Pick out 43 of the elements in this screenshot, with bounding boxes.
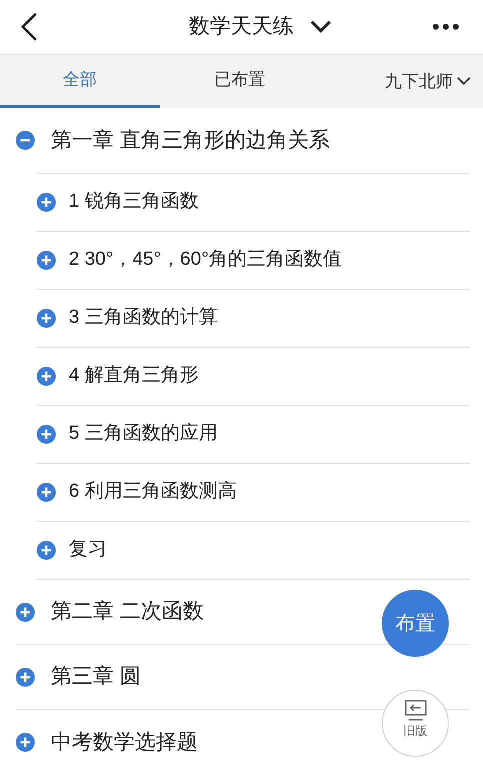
expand-icon[interactable] [37,309,56,328]
chevron-down-icon [457,77,471,86]
section-row[interactable]: 1 锐角三角函数 [37,180,199,225]
chapter-row[interactable]: 第三章 圆 [16,653,141,701]
chapter-row[interactable]: 第一章 直角三角形的边角关系 [16,116,330,164]
chapter-title: 第一章 直角三角形的边角关系 [51,128,330,154]
section-title: 5 三角函数的应用 [69,422,218,446]
expand-icon[interactable] [16,668,35,686]
book-selector[interactable]: 九下北师 [320,55,483,108]
section-row[interactable]: 3 三角函数的计算 [37,296,218,341]
section-title: 4 解直角三角形 [69,364,199,388]
back-icon [20,12,38,42]
section-title: 2 30°，45°，60°角的三角函数值 [69,248,342,272]
chapter-row[interactable]: 中考数学选择题 [16,718,198,766]
expand-icon[interactable] [37,425,56,444]
page-title: 数学天天练 [189,14,294,40]
expand-icon[interactable] [37,193,56,212]
chapter-row[interactable]: 第二章 二次函数 [16,588,204,636]
monitor-arrow-icon [404,700,428,722]
section-title: 1 锐角三角函数 [69,190,199,214]
tab[interactable]: 全部 [0,55,160,108]
tab[interactable]: 已布置 [160,55,320,108]
section-row[interactable]: 6 利用三角函数测高 [37,470,237,515]
assign-button[interactable]: 布置 [382,590,449,657]
section-title: 3 三角函数的计算 [69,306,218,330]
chapter-title: 中考数学选择题 [51,730,198,756]
expand-icon[interactable] [16,602,35,622]
expand-icon[interactable] [37,251,56,270]
chapter-title: 第二章 二次函数 [51,599,204,626]
section-title: 6 利用三角函数测高 [69,480,237,504]
section-row[interactable]: 5 三角函数的应用 [37,412,218,457]
chapter-title: 第三章 圆 [51,664,141,690]
expand-icon[interactable] [37,483,56,502]
section-title: 复习 [69,538,107,562]
collapse-icon[interactable] [16,131,35,150]
section-row[interactable]: 2 30°，45°，60°角的三角函数值 [37,238,342,283]
expand-icon[interactable] [16,733,35,752]
old-version-button[interactable]: 旧版 [382,690,449,757]
expand-icon[interactable] [37,367,56,386]
section-row[interactable]: 4 解直角三角形 [37,354,199,399]
section-row[interactable]: 复习 [37,528,107,573]
chevron-down-icon[interactable] [310,20,332,34]
expand-icon[interactable] [37,541,56,560]
